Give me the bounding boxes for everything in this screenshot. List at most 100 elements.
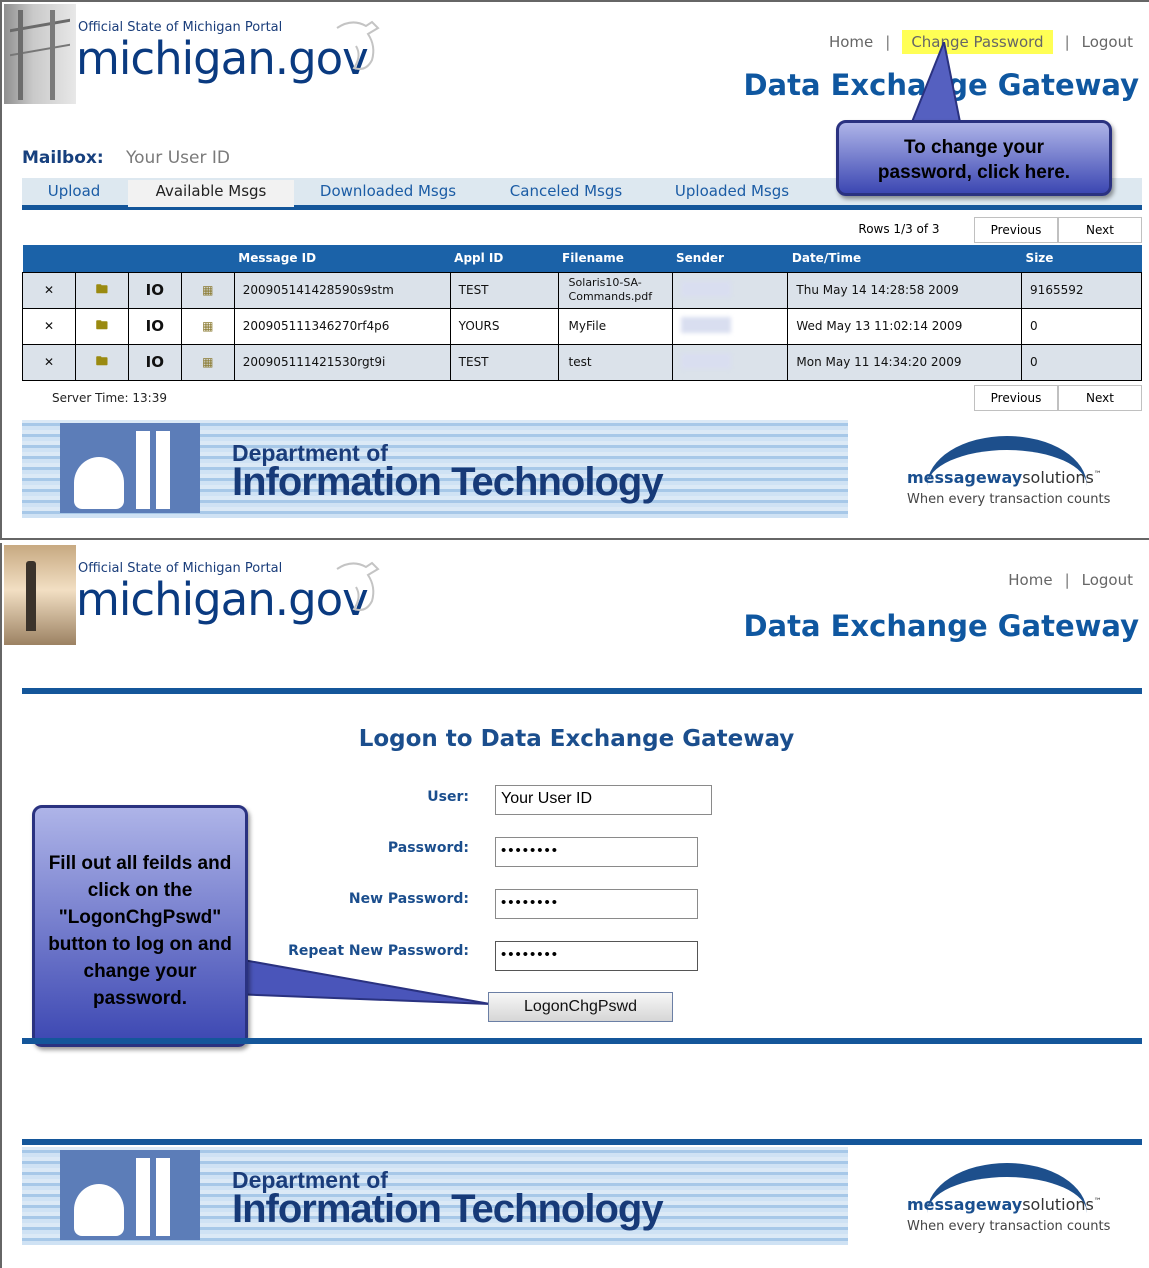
logon-screen: Official State of Michigan Portal michig… [0,543,1149,1268]
dit-banner: Department of Information Technology [22,1147,848,1245]
mailbox-user-id: Your User ID [126,148,230,168]
appl-id-cell: TEST [449,343,559,381]
gateway-title: Data Exchange Gateway [743,609,1139,643]
logout-link[interactable]: Logout [1082,571,1133,589]
date-time-cell: Wed May 13 11:02:14 2009 [787,307,1023,345]
top-nav: Home | Logout [1008,571,1133,589]
messageway-arc-icon [927,436,1087,496]
dept-line2: Information Technology [232,1187,664,1231]
bridge-photo [4,4,76,104]
portal-logo-text[interactable]: michigan.gov [76,32,369,85]
redacted-sender [680,352,731,369]
new-password-field[interactable]: •••••••• [495,889,698,919]
col-filename[interactable]: Filename [558,245,672,272]
download-icon[interactable]: 🖿 [74,307,129,345]
sender-cell [671,271,789,309]
logon-title: Logon to Data Exchange Gateway [358,726,795,752]
col-message-id[interactable]: Message ID [234,245,451,272]
mw-brand-rest: solutions [1022,468,1094,487]
filename-cell: test [557,343,673,381]
divider [22,688,1142,694]
next-button-bottom[interactable]: Next [1058,385,1142,411]
server-time: Server Time: 13:39 [52,391,167,405]
col-sender[interactable]: Sender [672,245,788,272]
col-appl-id[interactable]: Appl ID [450,245,559,272]
divider [22,1139,1142,1145]
delete-icon[interactable]: ✕ [22,343,76,381]
portal-logo-text[interactable]: michigan.gov [76,573,369,626]
tab-available-msgs[interactable]: Available Msgs [128,180,294,207]
password-field[interactable]: •••••••• [495,837,698,867]
tab-upload[interactable]: Upload [26,180,122,207]
mw-brand-rest: solutions [1022,1195,1094,1214]
delete-icon[interactable]: ✕ [22,307,76,345]
date-time-cell: Mon May 11 14:34:20 2009 [787,343,1023,381]
mw-brand-bold: messageway [907,468,1023,487]
dit-banner: Department of Information Technology [22,420,848,518]
col-size[interactable]: Size [1021,245,1142,272]
dit-logo [60,1150,200,1240]
change-password-callout: To change your password, click here. [836,120,1112,196]
repeat-password-field[interactable]: •••••••• [495,941,698,971]
table-row: ✕ 🖿 IO ▦ 200905111346270rf4p6 YOURS MyFi… [22,307,1142,345]
logon-change-password-button[interactable]: LogonChgPswd [488,992,673,1022]
table-row: ✕ 🖿 IO ▦ 200905111421530rgt9i TEST test … [22,343,1142,381]
home-link[interactable]: Home [1008,571,1052,589]
logout-link[interactable]: Logout [1082,33,1133,51]
mw-tm: ™ [1093,1196,1102,1206]
filename-cell: Solaris10-SA-Commands.pdf [557,271,673,309]
mw-tm: ™ [1093,469,1102,479]
rows-info: Rows 1/3 of 3 [824,217,974,243]
tab-downloaded-msgs[interactable]: Downloaded Msgs [316,180,460,207]
sender-cell [671,343,789,381]
size-cell: 0 [1021,343,1142,381]
delete-icon[interactable]: ✕ [22,271,76,309]
dit-logo [60,423,200,513]
home-link[interactable]: Home [829,33,873,51]
previous-button-bottom[interactable]: Previous [974,385,1058,411]
io-icon[interactable]: IO [127,307,182,345]
message-id-cell: 200905141428590s9stm [233,271,451,309]
previous-button[interactable]: Previous [974,217,1058,243]
mw-tagline: When every transaction counts [907,492,1111,507]
message-id-cell: 200905111346270rf4p6 [233,307,451,345]
sender-cell [671,307,789,345]
mw-brand-bold: messageway [907,1195,1023,1214]
details-icon[interactable]: ▦ [180,271,235,309]
details-icon[interactable]: ▦ [180,343,235,381]
tab-uploaded-msgs[interactable]: Uploaded Msgs [668,180,796,207]
messageway-arc-icon [927,1163,1087,1223]
mw-tagline: When every transaction counts [907,1219,1111,1234]
mailbox-label: Mailbox: [22,148,104,168]
download-icon[interactable]: 🖿 [74,343,129,381]
next-button[interactable]: Next [1058,217,1142,243]
user-field[interactable]: Your User ID [495,785,712,815]
callout-pointer [232,956,491,1005]
lighthouse-photo [4,545,76,645]
download-icon[interactable]: 🖿 [74,271,129,309]
new-password-label: New Password: [348,891,469,907]
divider [22,1038,1142,1044]
redacted-sender [680,316,731,333]
size-cell: 9165592 [1021,271,1142,309]
mailbox-screen: Official State of Michigan Portal michig… [0,0,1149,540]
col-date-time[interactable]: Date/Time [787,245,1022,272]
messages-table: Message ID Appl ID Filename Sender Date/… [22,245,1142,381]
appl-id-cell: YOURS [449,307,559,345]
tab-canceled-msgs[interactable]: Canceled Msgs [504,180,628,207]
michigan-outline-icon [336,20,380,70]
appl-id-cell: TEST [449,271,559,309]
filename-cell: MyFile [557,307,673,345]
details-icon[interactable]: ▦ [180,307,235,345]
table-row: ✕ 🖿 IO ▦ 200905141428590s9stm TEST Solar… [22,271,1142,309]
password-label: Password: [387,840,469,856]
michigan-outline-icon [336,561,380,611]
io-icon[interactable]: IO [127,271,182,309]
message-id-cell: 200905111421530rgt9i [233,343,451,381]
redacted-sender [680,280,731,297]
user-label: User: [427,789,469,805]
logon-instructions-callout: Fill out all feilds and click on the "Lo… [32,805,248,1047]
date-time-cell: Thu May 14 14:28:58 2009 [787,271,1023,309]
io-icon[interactable]: IO [127,343,182,381]
size-cell: 0 [1021,307,1142,345]
